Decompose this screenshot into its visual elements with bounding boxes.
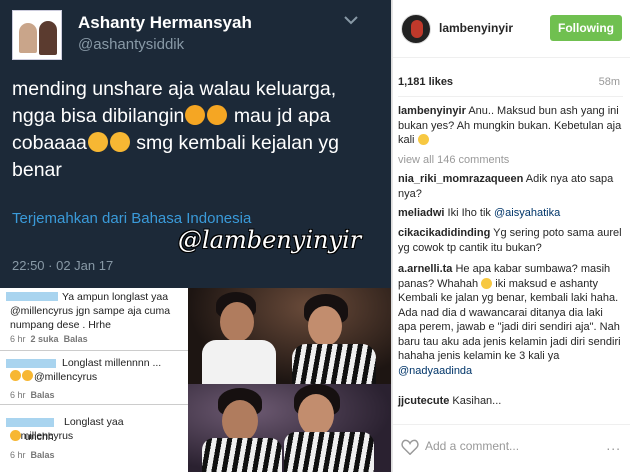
comment-item: a.arnelli.ta He apa kabar sumbawa? masih… <box>398 263 621 377</box>
comment-item: nia_riki_momrazaqueen Adik nya ato sapa … <box>398 173 614 200</box>
tweet-timestamp: 22:50 · 02 Jan 17 <box>12 258 114 273</box>
caption: lambenyinyir Anu.. Maksud bun ash yang i… <box>398 105 622 146</box>
instagram-sidebar: lambenyinyir Following 1,181 likes 58m l… <box>392 0 630 472</box>
comment-username[interactable]: meliadwi <box>398 207 444 219</box>
translate-link: Terjemahkan dari Bahasa Indonesia <box>12 210 252 227</box>
tweet-author-name: Ashanty Hermansyah <box>78 13 252 32</box>
post-header: lambenyinyir Following <box>393 0 630 58</box>
tweet-text: mending unshare aja walau keluarga, ngga… <box>12 78 339 181</box>
grinning-face-icon <box>481 277 493 289</box>
comment-username[interactable]: jjcutecute <box>398 395 449 407</box>
mention-link[interactable]: @nadyaadinda <box>398 365 472 377</box>
more-options-icon[interactable]: ... <box>606 437 621 453</box>
view-all-comments-link[interactable]: view all 146 comments <box>398 154 509 166</box>
comment-item: cikacikadidinding Yg sering poto sama au… <box>398 227 622 254</box>
likes-count[interactable]: 1,181 likes <box>398 76 453 88</box>
comment-item: jjcutecute Kasihan... <box>398 395 502 407</box>
comment-username[interactable]: lambenyinyir <box>398 105 466 117</box>
comment-screenshots: Ya ampun longlast yaa @millencyrus jgn s… <box>0 288 188 472</box>
watermark: @lambenyinyir <box>178 226 362 254</box>
chevron-down-icon <box>344 12 358 28</box>
weary-face-icon <box>185 105 206 125</box>
mention-link[interactable]: @aisyahatika <box>494 207 560 219</box>
photo-couple-top <box>188 288 391 384</box>
tweet-author-handle: @ashantysiddik <box>78 36 185 53</box>
comment-username[interactable]: a.arnelli.ta <box>398 263 452 275</box>
post-age[interactable]: 58m <box>599 76 620 88</box>
add-comment-input[interactable]: Add a comment... <box>425 439 519 453</box>
comment-item: meliadwi Iki Iho tik @aisyahatika <box>398 207 561 219</box>
post-author-username[interactable]: lambenyinyir <box>439 21 513 35</box>
tweet-avatar <box>12 10 62 60</box>
heart-icon[interactable] <box>401 439 419 456</box>
comment-username[interactable]: cikacikadidinding <box>398 227 490 239</box>
post-image[interactable]: Ashanty Hermansyah @ashantysiddik mendin… <box>0 0 392 472</box>
angry-face-icon <box>87 132 108 152</box>
comment-footer: Add a comment... ... <box>393 424 630 472</box>
following-button[interactable]: Following <box>550 15 622 41</box>
avatar[interactable] <box>401 14 431 44</box>
comment-username[interactable]: nia_riki_momrazaqueen <box>398 173 523 185</box>
photo-couple-bottom <box>188 384 391 472</box>
weary-face-icon <box>207 105 228 125</box>
smile-icon <box>417 134 429 145</box>
angry-face-icon <box>109 132 130 152</box>
